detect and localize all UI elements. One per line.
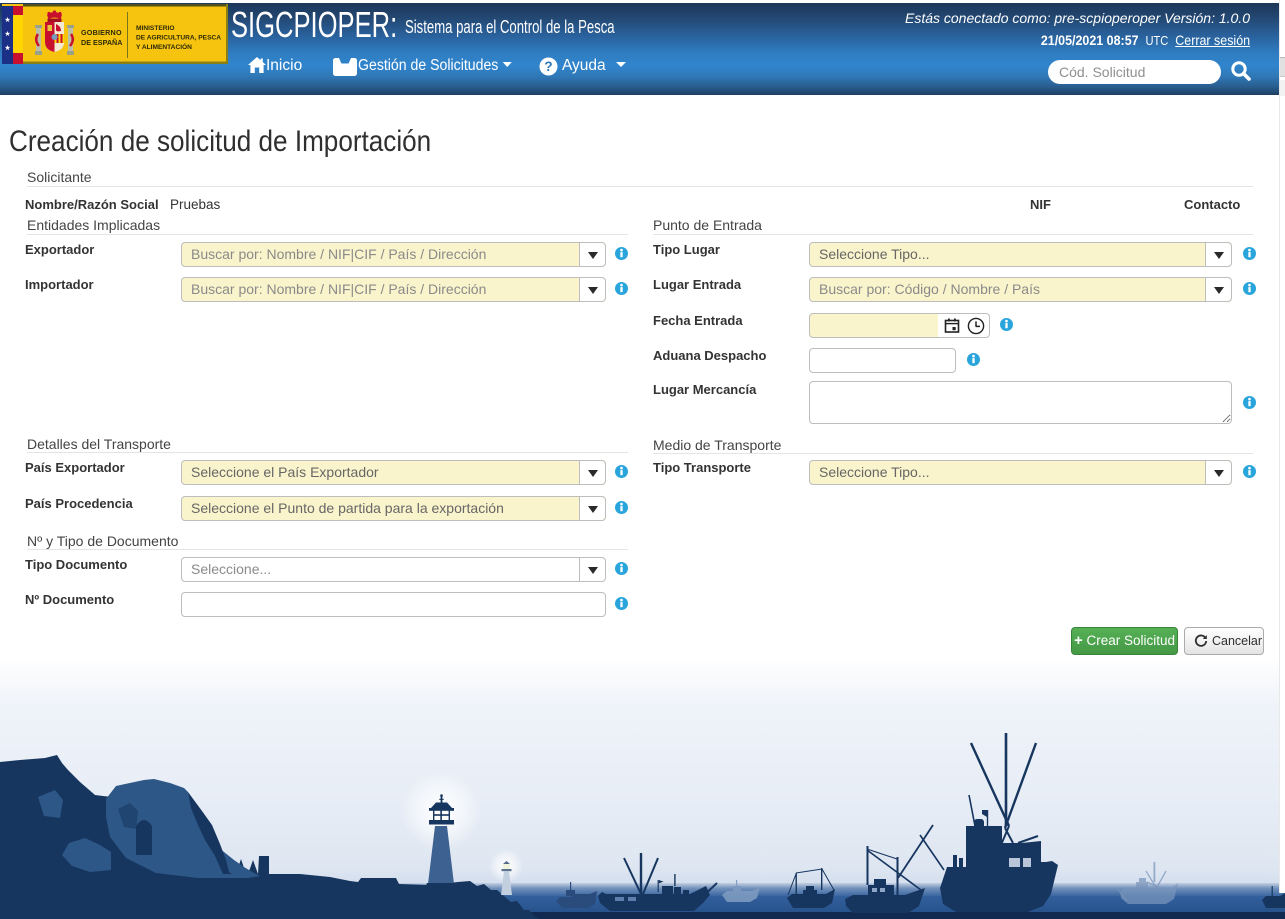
svg-text:Y ALIMENTACIÓN: Y ALIMENTACIÓN [136, 42, 192, 51]
svg-text:DE AGRICULTURA, PESCA: DE AGRICULTURA, PESCA [136, 35, 221, 42]
svg-text:GOBIERNO: GOBIERNO [81, 28, 122, 37]
svg-text:MINISTERIO: MINISTERIO [136, 25, 174, 32]
svg-text:DE ESPAÑA: DE ESPAÑA [81, 38, 122, 47]
svg-text:?: ? [544, 59, 552, 74]
